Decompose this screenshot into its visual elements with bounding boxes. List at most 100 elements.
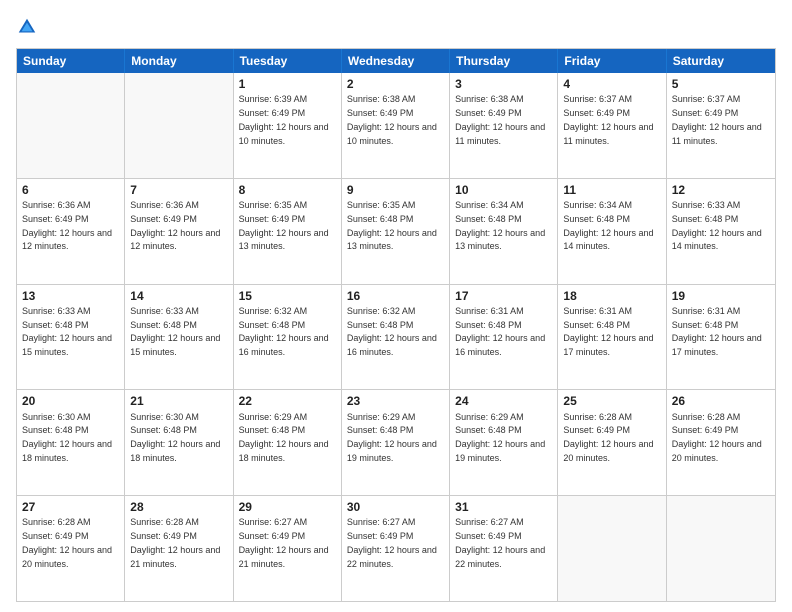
table-row: 12 Sunrise: 6:33 AMSunset: 6:48 PMDayligh…: [667, 179, 775, 284]
table-row: 18 Sunrise: 6:31 AMSunset: 6:48 PMDayligh…: [558, 285, 666, 390]
table-row: 17Sunrise: 6:31 AMSunset: 6:48 PMDayligh…: [450, 285, 558, 390]
cell-details: Sunrise: 6:35 AMSunset: 6:49 PMDaylight:…: [239, 200, 329, 251]
calendar-week-5: 27 Sunrise: 6:28 AMSunset: 6:49 PMDayligh…: [17, 495, 775, 601]
cell-details: Sunrise: 6:29 AMSunset: 6:48 PMDaylight:…: [455, 412, 545, 463]
table-row: 1 Sunrise: 6:39 AMSunset: 6:49 PMDaylight…: [234, 73, 342, 178]
table-row: 24Sunrise: 6:29 AMSunset: 6:48 PMDayligh…: [450, 390, 558, 495]
cell-details: Sunrise: 6:39 AMSunset: 6:49 PMDaylight:…: [239, 94, 329, 145]
cell-details: Sunrise: 6:27 AMSunset: 6:49 PMDaylight:…: [347, 517, 437, 568]
cell-details: Sunrise: 6:28 AMSunset: 6:49 PMDaylight:…: [22, 517, 112, 568]
header-day-wednesday: Wednesday: [342, 49, 450, 73]
day-number: 1: [239, 76, 336, 92]
table-row: 29 Sunrise: 6:27 AMSunset: 6:49 PMDayligh…: [234, 496, 342, 601]
table-row: [558, 496, 666, 601]
day-number: 28: [130, 499, 227, 515]
cell-details: Sunrise: 6:27 AMSunset: 6:49 PMDaylight:…: [239, 517, 329, 568]
logo: [16, 16, 42, 38]
table-row: 28Sunrise: 6:28 AMSunset: 6:49 PMDayligh…: [125, 496, 233, 601]
header-day-friday: Friday: [558, 49, 666, 73]
cell-details: Sunrise: 6:27 AMSunset: 6:49 PMDaylight:…: [455, 517, 545, 568]
cell-details: Sunrise: 6:34 AMSunset: 6:48 PMDaylight:…: [563, 200, 653, 251]
day-number: 27: [22, 499, 119, 515]
day-number: 10: [455, 182, 552, 198]
cell-details: Sunrise: 6:31 AMSunset: 6:48 PMDaylight:…: [563, 306, 653, 357]
cell-details: Sunrise: 6:38 AMSunset: 6:49 PMDaylight:…: [455, 94, 545, 145]
day-number: 22: [239, 393, 336, 409]
table-row: 27 Sunrise: 6:28 AMSunset: 6:49 PMDayligh…: [17, 496, 125, 601]
day-number: 14: [130, 288, 227, 304]
day-number: 9: [347, 182, 444, 198]
table-row: 30 Sunrise: 6:27 AMSunset: 6:49 PMDayligh…: [342, 496, 450, 601]
page: SundayMondayTuesdayWednesdayThursdayFrid…: [0, 0, 792, 612]
day-number: 5: [672, 76, 770, 92]
day-number: 30: [347, 499, 444, 515]
day-number: 18: [563, 288, 660, 304]
table-row: 14Sunrise: 6:33 AMSunset: 6:48 PMDayligh…: [125, 285, 233, 390]
table-row: 21 Sunrise: 6:30 AMSunset: 6:48 PMDayligh…: [125, 390, 233, 495]
cell-details: Sunrise: 6:36 AMSunset: 6:49 PMDaylight:…: [130, 200, 220, 251]
table-row: 2 Sunrise: 6:38 AMSunset: 6:49 PMDaylight…: [342, 73, 450, 178]
cell-details: Sunrise: 6:32 AMSunset: 6:48 PMDaylight:…: [347, 306, 437, 357]
table-row: 13 Sunrise: 6:33 AMSunset: 6:48 PMDayligh…: [17, 285, 125, 390]
cell-details: Sunrise: 6:33 AMSunset: 6:48 PMDaylight:…: [22, 306, 112, 357]
day-number: 7: [130, 182, 227, 198]
table-row: 10 Sunrise: 6:34 AMSunset: 6:48 PMDayligh…: [450, 179, 558, 284]
day-number: 25: [563, 393, 660, 409]
day-number: 20: [22, 393, 119, 409]
table-row: 15 Sunrise: 6:32 AMSunset: 6:48 PMDayligh…: [234, 285, 342, 390]
cell-details: Sunrise: 6:38 AMSunset: 6:49 PMDaylight:…: [347, 94, 437, 145]
day-number: 11: [563, 182, 660, 198]
day-number: 21: [130, 393, 227, 409]
day-number: 23: [347, 393, 444, 409]
calendar: SundayMondayTuesdayWednesdayThursdayFrid…: [16, 48, 776, 602]
table-row: 31 Sunrise: 6:27 AMSunset: 6:49 PMDayligh…: [450, 496, 558, 601]
day-number: 3: [455, 76, 552, 92]
calendar-week-2: 6 Sunrise: 6:36 AMSunset: 6:49 PMDaylight…: [17, 178, 775, 284]
day-number: 31: [455, 499, 552, 515]
table-row: 25 Sunrise: 6:28 AMSunset: 6:49 PMDayligh…: [558, 390, 666, 495]
header-day-saturday: Saturday: [667, 49, 775, 73]
table-row: 3 Sunrise: 6:38 AMSunset: 6:49 PMDaylight…: [450, 73, 558, 178]
calendar-body: 1 Sunrise: 6:39 AMSunset: 6:49 PMDaylight…: [17, 73, 775, 601]
calendar-week-1: 1 Sunrise: 6:39 AMSunset: 6:49 PMDaylight…: [17, 73, 775, 178]
calendar-header: SundayMondayTuesdayWednesdayThursdayFrid…: [17, 49, 775, 73]
table-row: 20Sunrise: 6:30 AMSunset: 6:48 PMDayligh…: [17, 390, 125, 495]
table-row: 9Sunrise: 6:35 AMSunset: 6:48 PMDaylight…: [342, 179, 450, 284]
cell-details: Sunrise: 6:36 AMSunset: 6:49 PMDaylight:…: [22, 200, 112, 251]
cell-details: Sunrise: 6:28 AMSunset: 6:49 PMDaylight:…: [563, 412, 653, 463]
day-number: 6: [22, 182, 119, 198]
day-number: 2: [347, 76, 444, 92]
header-day-monday: Monday: [125, 49, 233, 73]
day-number: 8: [239, 182, 336, 198]
day-number: 13: [22, 288, 119, 304]
calendar-week-3: 13 Sunrise: 6:33 AMSunset: 6:48 PMDayligh…: [17, 284, 775, 390]
cell-details: Sunrise: 6:37 AMSunset: 6:49 PMDaylight:…: [563, 94, 653, 145]
table-row: 11 Sunrise: 6:34 AMSunset: 6:48 PMDayligh…: [558, 179, 666, 284]
cell-details: Sunrise: 6:31 AMSunset: 6:48 PMDaylight:…: [455, 306, 545, 357]
cell-details: Sunrise: 6:29 AMSunset: 6:48 PMDaylight:…: [239, 412, 329, 463]
day-number: 16: [347, 288, 444, 304]
cell-details: Sunrise: 6:29 AMSunset: 6:48 PMDaylight:…: [347, 412, 437, 463]
table-row: 23 Sunrise: 6:29 AMSunset: 6:48 PMDayligh…: [342, 390, 450, 495]
table-row: 6 Sunrise: 6:36 AMSunset: 6:49 PMDaylight…: [17, 179, 125, 284]
table-row: 26 Sunrise: 6:28 AMSunset: 6:49 PMDayligh…: [667, 390, 775, 495]
day-number: 15: [239, 288, 336, 304]
cell-details: Sunrise: 6:30 AMSunset: 6:48 PMDaylight:…: [130, 412, 220, 463]
header: [16, 16, 776, 38]
day-number: 12: [672, 182, 770, 198]
day-number: 26: [672, 393, 770, 409]
logo-icon: [16, 16, 38, 38]
cell-details: Sunrise: 6:28 AMSunset: 6:49 PMDaylight:…: [672, 412, 762, 463]
cell-details: Sunrise: 6:32 AMSunset: 6:48 PMDaylight:…: [239, 306, 329, 357]
day-number: 29: [239, 499, 336, 515]
cell-details: Sunrise: 6:31 AMSunset: 6:48 PMDaylight:…: [672, 306, 762, 357]
cell-details: Sunrise: 6:33 AMSunset: 6:48 PMDaylight:…: [672, 200, 762, 251]
calendar-week-4: 20 Sunrise: 6:30 AMSunset: 6:48 PMDayligh…: [17, 389, 775, 495]
table-row: 7 Sunrise: 6:36 AMSunset: 6:49 PMDaylight…: [125, 179, 233, 284]
cell-details: Sunrise: 6:37 AMSunset: 6:49 PMDaylight:…: [672, 94, 762, 145]
header-day-tuesday: Tuesday: [234, 49, 342, 73]
table-row: 16 Sunrise: 6:32 AMSunset: 6:48 PMDayligh…: [342, 285, 450, 390]
table-row: [17, 73, 125, 178]
cell-details: Sunrise: 6:34 AMSunset: 6:48 PMDaylight:…: [455, 200, 545, 251]
table-row: 4Sunrise: 6:37 AMSunset: 6:49 PMDaylight…: [558, 73, 666, 178]
